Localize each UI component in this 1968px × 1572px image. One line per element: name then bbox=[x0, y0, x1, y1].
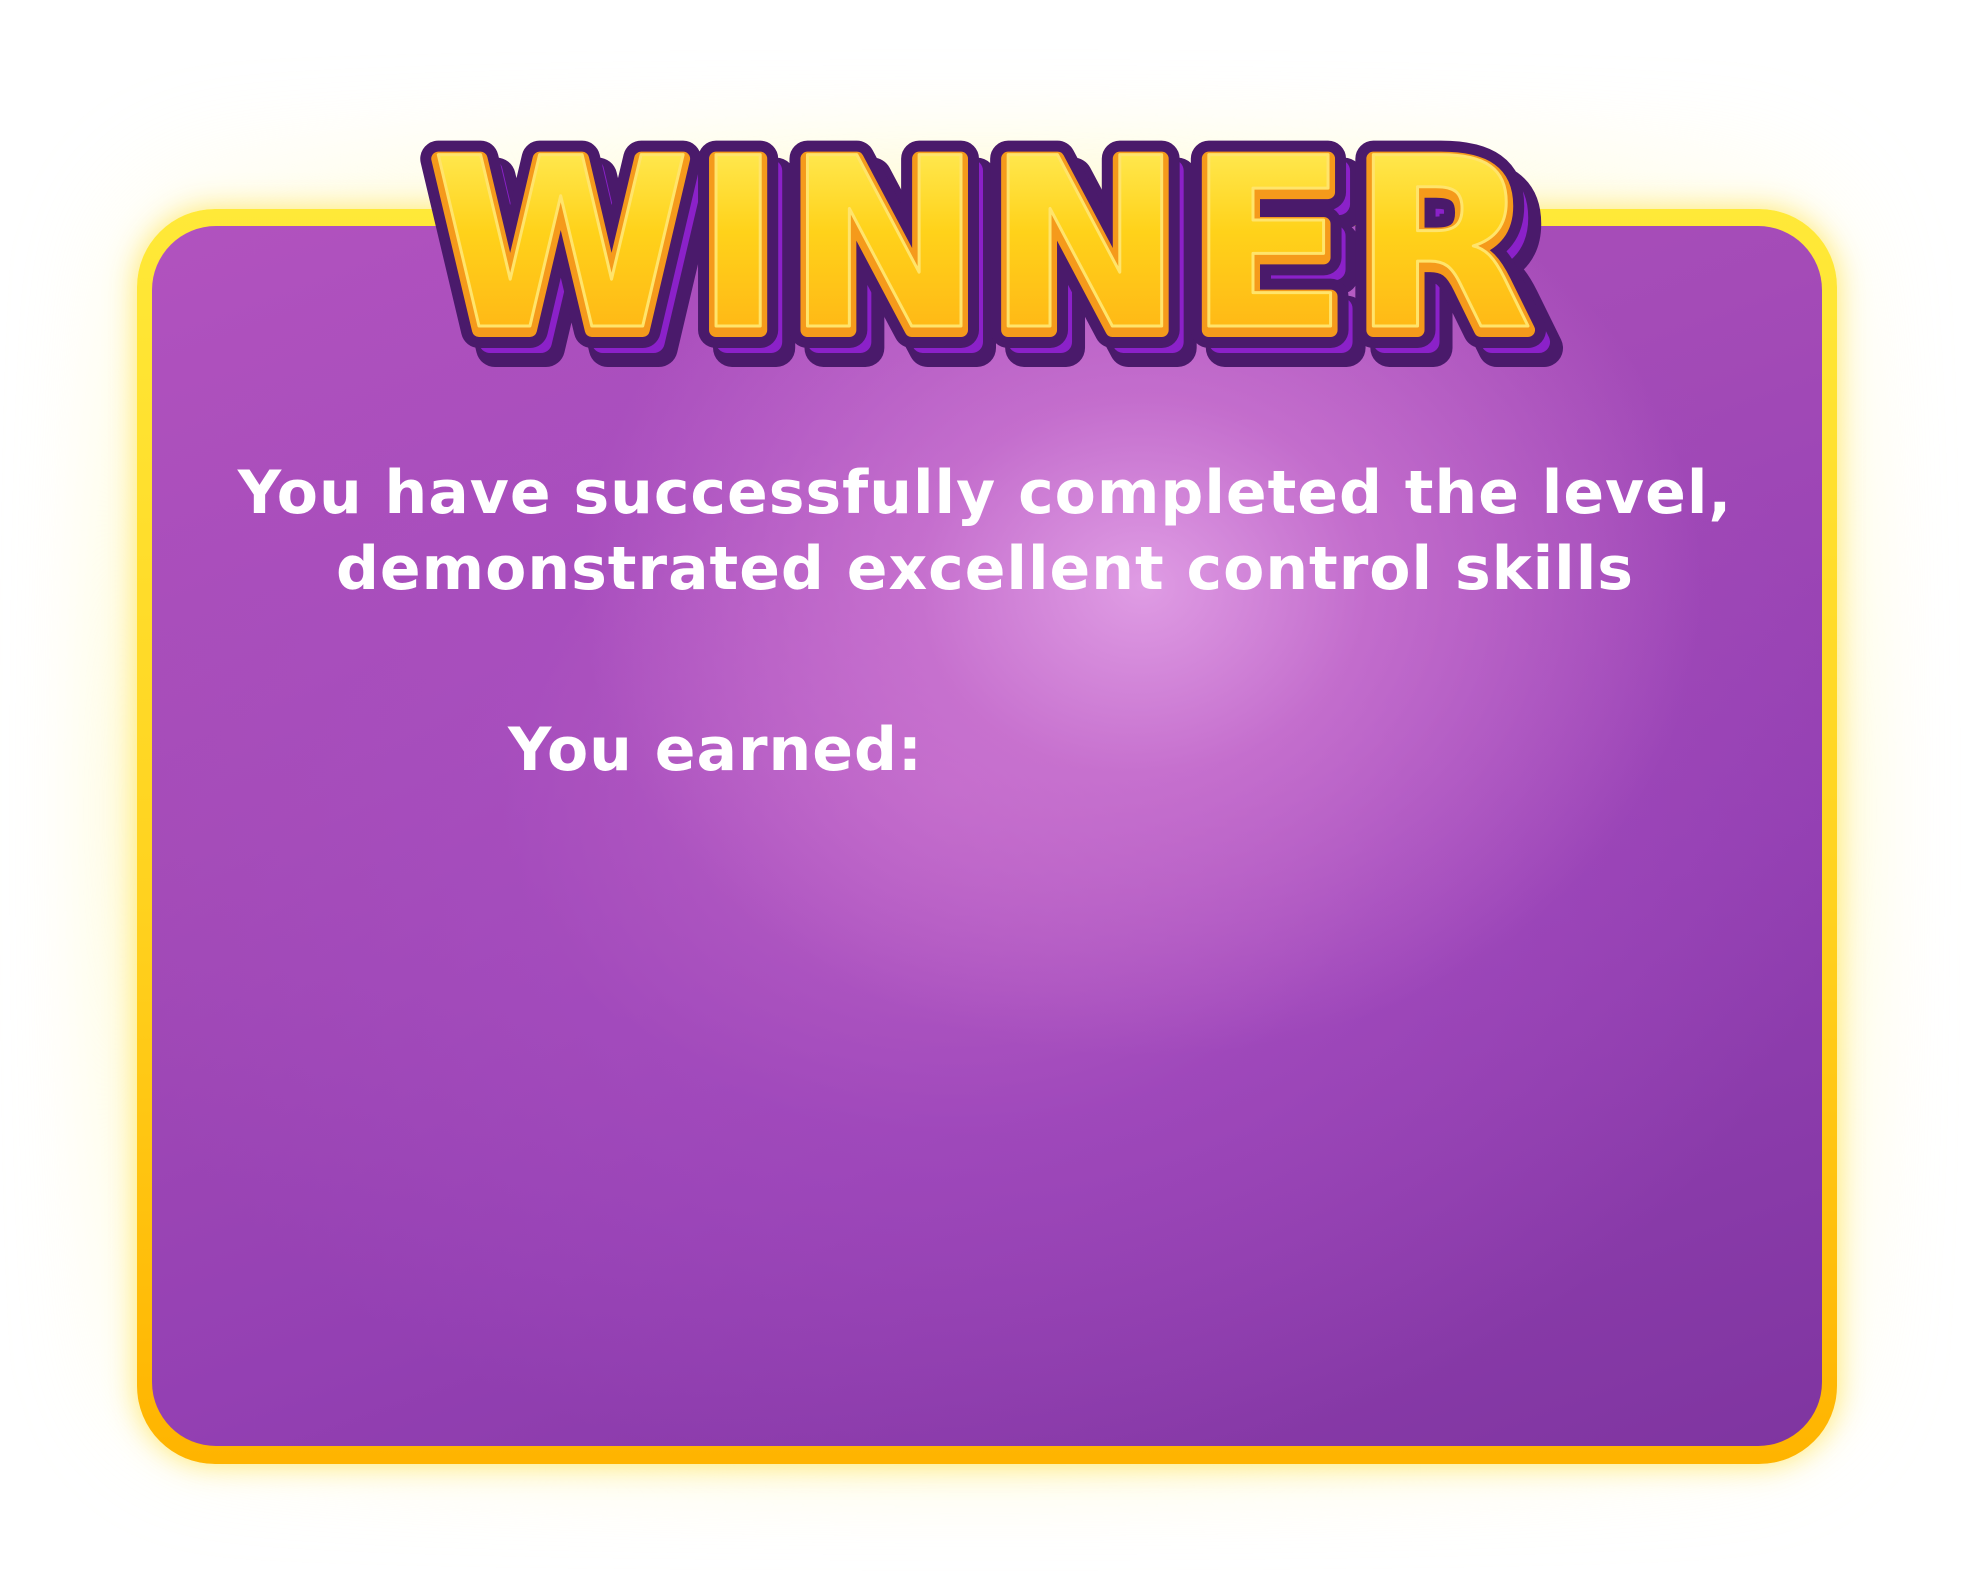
completion-message-line-1: You have successfully completed the leve… bbox=[237, 458, 1733, 528]
winner-title-text: WINNER bbox=[431, 109, 1536, 382]
winner-title: WINNER WINNER WINNER WINNER WINNER bbox=[0, 98, 1968, 388]
dialog-panel bbox=[152, 226, 1822, 1446]
earned-label: You earned: bbox=[508, 715, 923, 785]
completion-message-line-2: demonstrated excellent control skills bbox=[335, 534, 1635, 604]
completion-message: You have successfully completed the leve… bbox=[220, 455, 1750, 607]
winner-dialog-stage: WINNER WINNER WINNER WINNER WINNER You h… bbox=[0, 0, 1968, 1572]
